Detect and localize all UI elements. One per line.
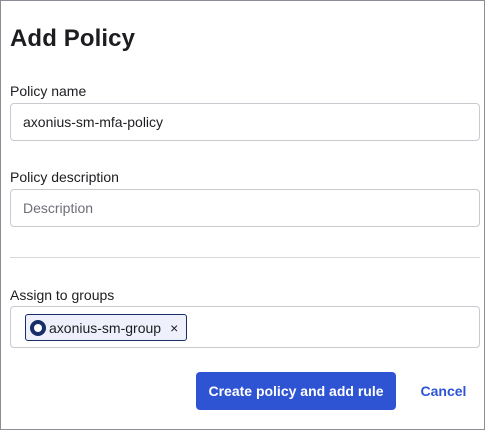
- create-policy-button[interactable]: Create policy and add rule: [196, 372, 396, 410]
- add-policy-dialog: Add Policy Policy name Policy descriptio…: [0, 0, 485, 430]
- cancel-button[interactable]: Cancel: [406, 372, 481, 410]
- policy-name-label: Policy name: [10, 83, 87, 99]
- group-chip-label: axonius-sm-group: [49, 319, 162, 336]
- policy-description-label: Policy description: [10, 169, 119, 185]
- assign-groups-label: Assign to groups: [10, 287, 115, 303]
- group-icon: [30, 319, 46, 336]
- group-chip: axonius-sm-group ×: [25, 314, 188, 341]
- dialog-title: Add Policy: [10, 25, 136, 52]
- policy-description-input[interactable]: [10, 189, 480, 227]
- policy-name-input[interactable]: [10, 103, 480, 141]
- section-divider: [10, 257, 480, 258]
- chip-remove-icon[interactable]: ×: [170, 320, 178, 336]
- assign-groups-field[interactable]: axonius-sm-group ×: [10, 306, 480, 348]
